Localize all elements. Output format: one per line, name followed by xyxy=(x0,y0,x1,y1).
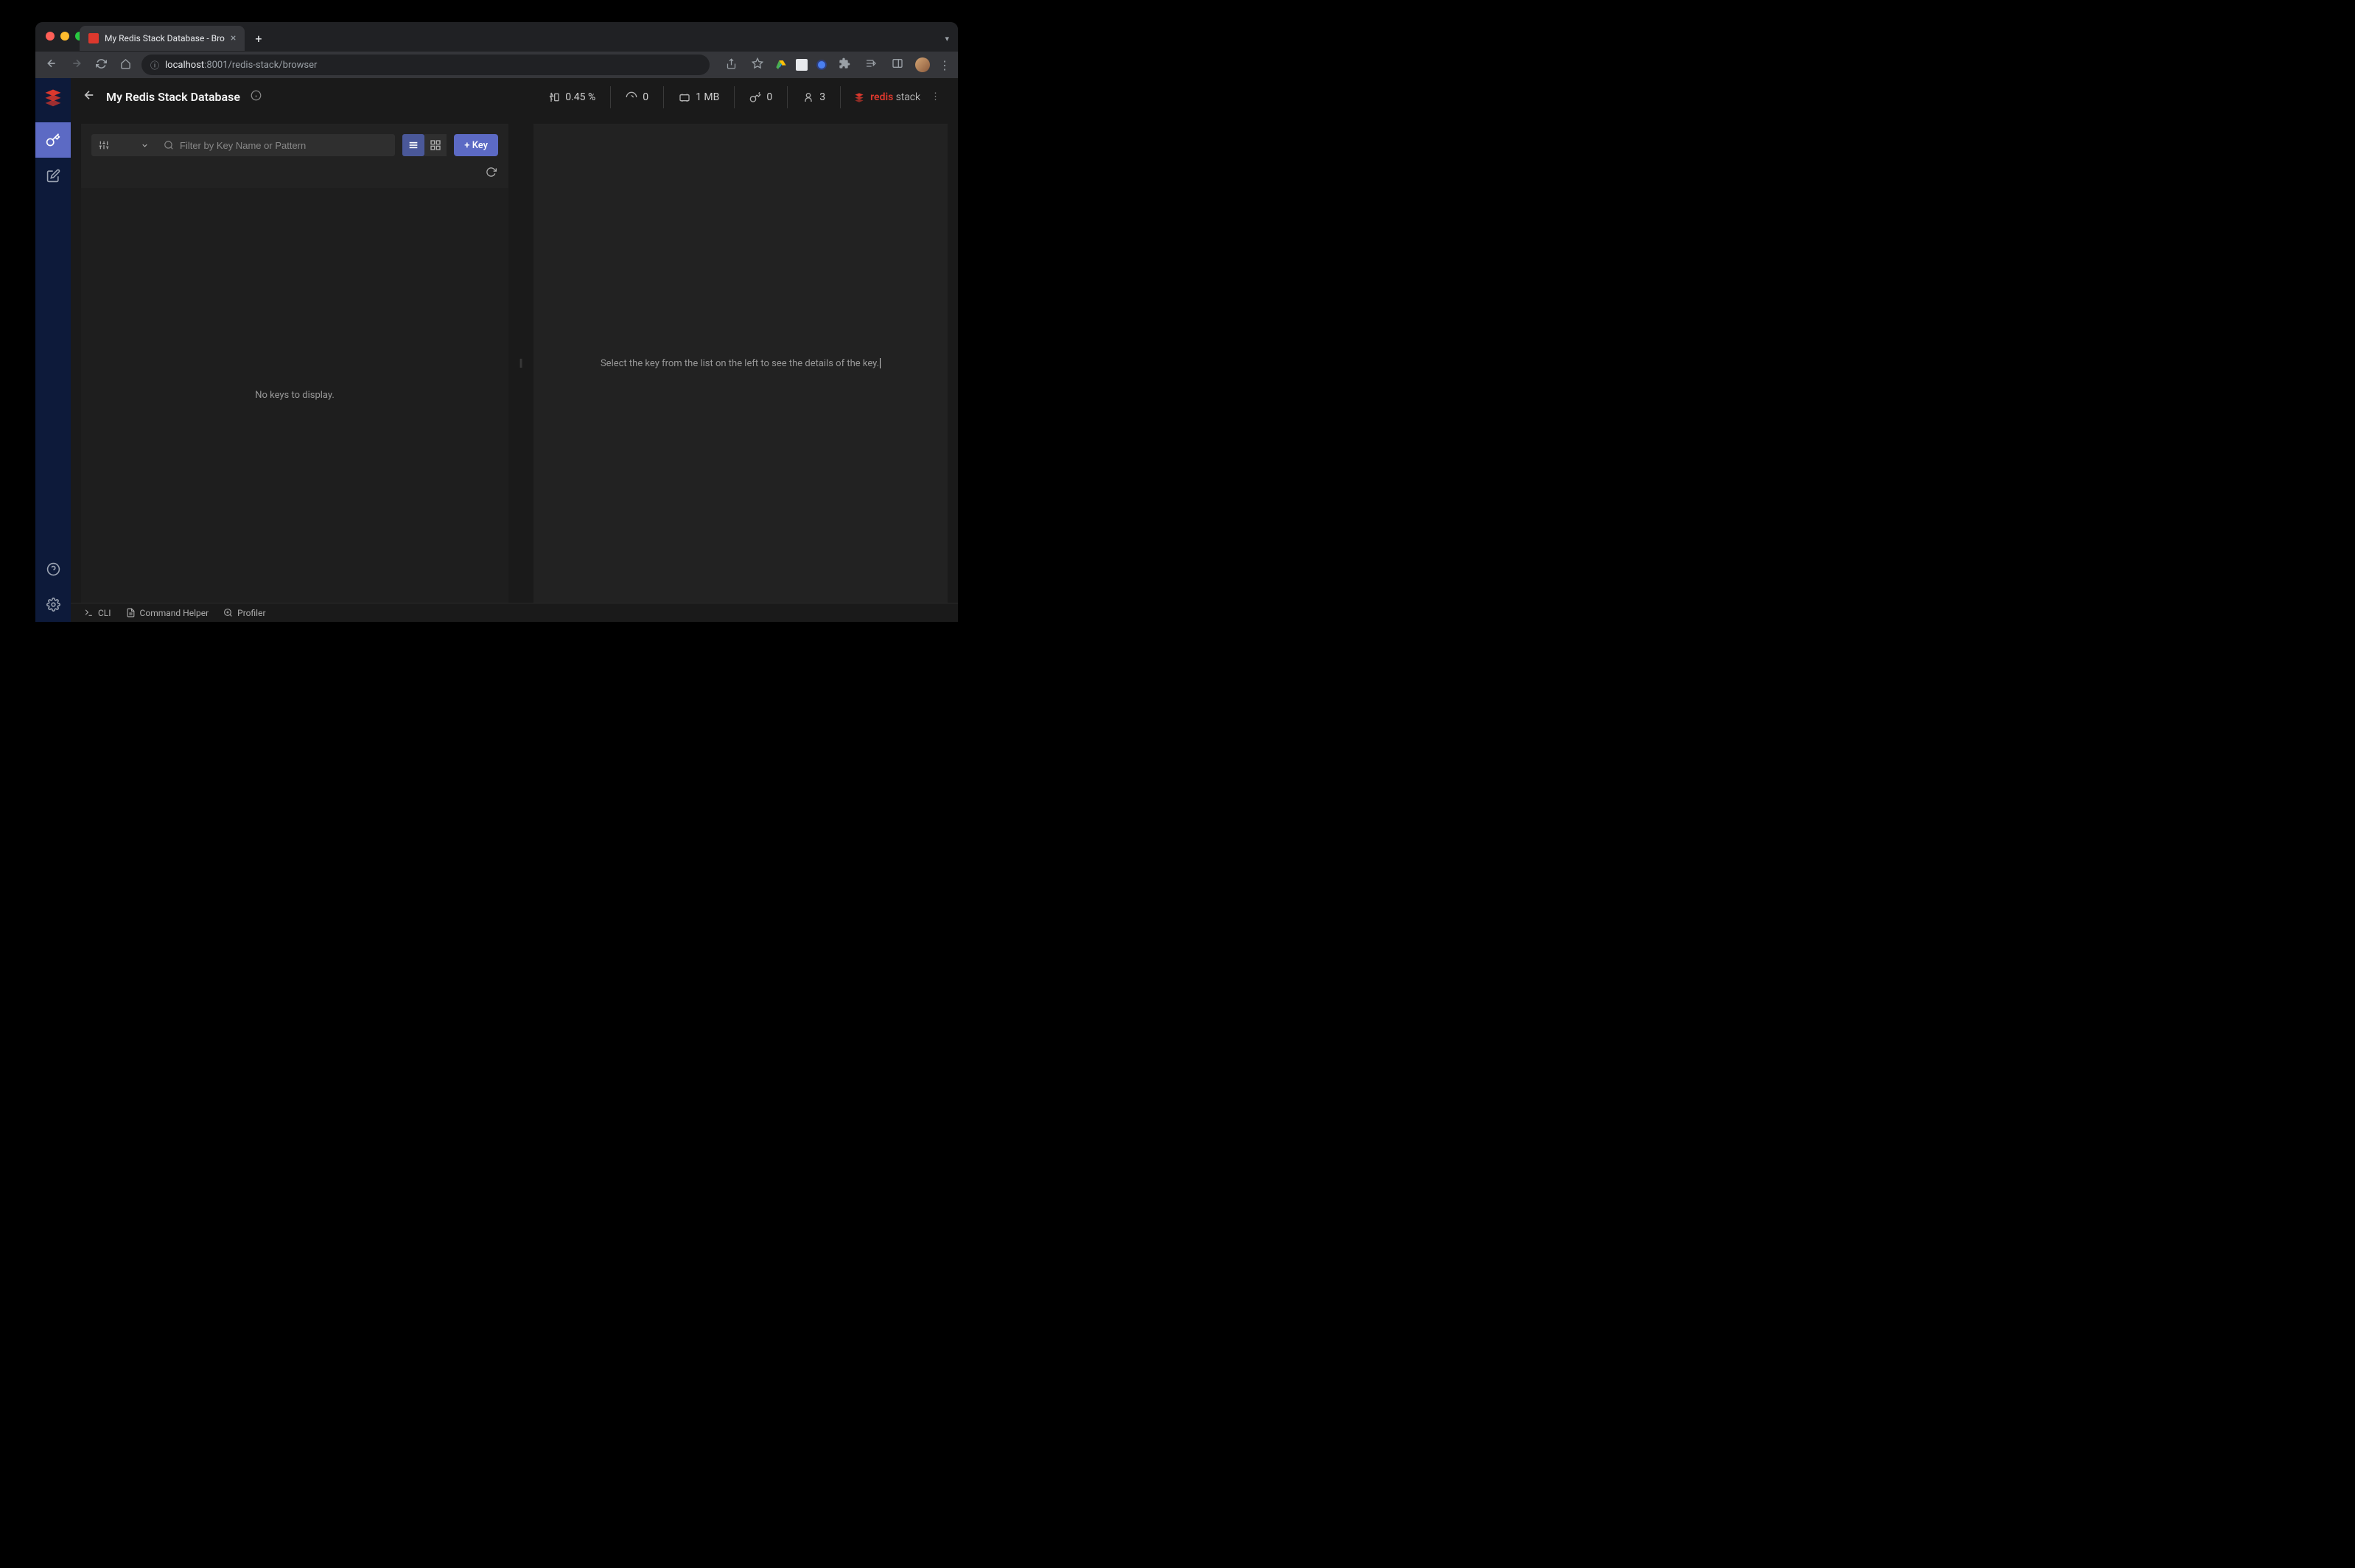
redis-insight-app: My Redis Stack Database 0.45 % 0 xyxy=(35,78,958,622)
minimize-window-button[interactable] xyxy=(60,32,69,41)
database-info-icon[interactable] xyxy=(251,90,262,104)
page-header: My Redis Stack Database 0.45 % 0 xyxy=(71,78,958,116)
header-back-button[interactable] xyxy=(83,88,96,105)
home-button[interactable] xyxy=(117,55,134,75)
bottombar-command-helper[interactable]: Command Helper xyxy=(126,608,209,618)
tabs-dropdown-icon[interactable]: ▾ xyxy=(945,34,949,43)
address-bar[interactable]: ⓘ localhost:8001/redis-stack/browser xyxy=(141,55,710,75)
refresh-keys-button[interactable] xyxy=(486,167,497,181)
list-view-button[interactable] xyxy=(402,134,424,156)
chevron-down-icon xyxy=(141,141,149,150)
stat-clients-value: 3 xyxy=(819,91,825,103)
stat-memory: 1 MB xyxy=(664,86,735,108)
left-sidebar xyxy=(35,78,71,622)
extension-circle-icon[interactable] xyxy=(816,60,827,70)
main-content: My Redis Stack Database 0.45 % 0 xyxy=(71,78,958,622)
stat-throughput-value: 0 xyxy=(643,91,648,103)
site-info-icon[interactable]: ⓘ xyxy=(150,59,159,71)
stat-clients: 3 xyxy=(788,86,841,108)
forward-button[interactable] xyxy=(68,55,85,75)
sidebar-item-workbench[interactable] xyxy=(35,158,71,193)
database-name: My Redis Stack Database xyxy=(106,90,240,104)
redis-stack-icon xyxy=(853,91,866,104)
bookmark-star-icon[interactable] xyxy=(749,55,766,75)
search-icon xyxy=(164,140,174,150)
browser-body: + Key No keys to display. ║ Select the k… xyxy=(71,116,958,603)
reading-list-icon[interactable] xyxy=(862,55,880,75)
bottombar-profiler[interactable]: Profiler xyxy=(223,608,265,618)
chrome-menu-icon[interactable]: ⋮ xyxy=(939,58,951,72)
redis-stack-brand: redis stack xyxy=(841,91,920,104)
stat-memory-value: 1 MB xyxy=(696,91,719,103)
close-window-button[interactable] xyxy=(46,32,55,41)
new-tab-button[interactable]: + xyxy=(255,32,262,46)
empty-message: No keys to display. xyxy=(255,390,335,401)
header-more-icon[interactable]: ⋮ xyxy=(920,91,946,102)
sidebar-item-settings[interactable] xyxy=(35,587,71,622)
key-filter-field[interactable] xyxy=(156,134,395,156)
extension-square-icon[interactable] xyxy=(796,59,808,71)
stat-cpu-value: 0.45 % xyxy=(565,91,595,103)
header-stats: 0.45 % 0 1 MB 0 xyxy=(533,78,946,116)
profile-avatar[interactable] xyxy=(915,57,930,72)
stat-keys: 0 xyxy=(735,86,788,108)
filter-bar: + Key xyxy=(81,124,508,164)
stat-keys-value: 0 xyxy=(766,91,772,103)
redis-favicon-icon xyxy=(88,33,99,43)
bottombar-cli[interactable]: CLI xyxy=(84,608,111,618)
key-filter-input[interactable] xyxy=(180,140,388,151)
detail-placeholder-text: Select the key from the list on the left… xyxy=(601,358,881,369)
side-panel-icon[interactable] xyxy=(889,55,906,75)
pane-resize-handle[interactable]: ║ xyxy=(519,124,523,603)
keys-empty-state: No keys to display. xyxy=(81,188,508,603)
add-key-button[interactable]: + Key xyxy=(454,134,498,156)
browser-toolbar: ⓘ localhost:8001/redis-stack/browser xyxy=(35,52,958,78)
refresh-bar xyxy=(81,164,508,189)
redis-logo-icon[interactable] xyxy=(43,87,63,108)
url-text: localhost:8001/redis-stack/browser xyxy=(165,60,317,71)
key-detail-panel: Select the key from the list on the left… xyxy=(533,124,948,603)
toolbar-right: ⋮ xyxy=(723,55,951,75)
google-drive-ext-icon[interactable] xyxy=(775,59,787,71)
sliders-icon xyxy=(99,140,109,150)
reload-button[interactable] xyxy=(93,55,110,75)
view-toggle xyxy=(402,134,447,156)
tab-title: My Redis Stack Database - Bro xyxy=(105,33,225,43)
stat-cpu: 0.45 % xyxy=(533,86,611,108)
key-type-filter-dropdown[interactable] xyxy=(91,134,156,156)
share-icon[interactable] xyxy=(723,55,740,75)
bottom-bar: CLI Command Helper Profiler xyxy=(71,603,958,622)
sidebar-item-browser[interactable] xyxy=(35,122,71,158)
stat-throughput: 0 xyxy=(611,86,664,108)
browser-window: My Redis Stack Database - Bro × + ▾ ⓘ lo… xyxy=(35,22,958,622)
keys-panel: + Key No keys to display. xyxy=(81,124,508,603)
tree-view-button[interactable] xyxy=(424,134,447,156)
sidebar-item-help[interactable] xyxy=(35,551,71,587)
tab-close-icon[interactable]: × xyxy=(231,32,236,44)
back-button[interactable] xyxy=(43,55,60,75)
browser-tab[interactable]: My Redis Stack Database - Bro × xyxy=(80,26,245,51)
browser-tabstrip: My Redis Stack Database - Bro × + ▾ xyxy=(35,25,958,52)
extensions-icon[interactable] xyxy=(836,55,853,75)
